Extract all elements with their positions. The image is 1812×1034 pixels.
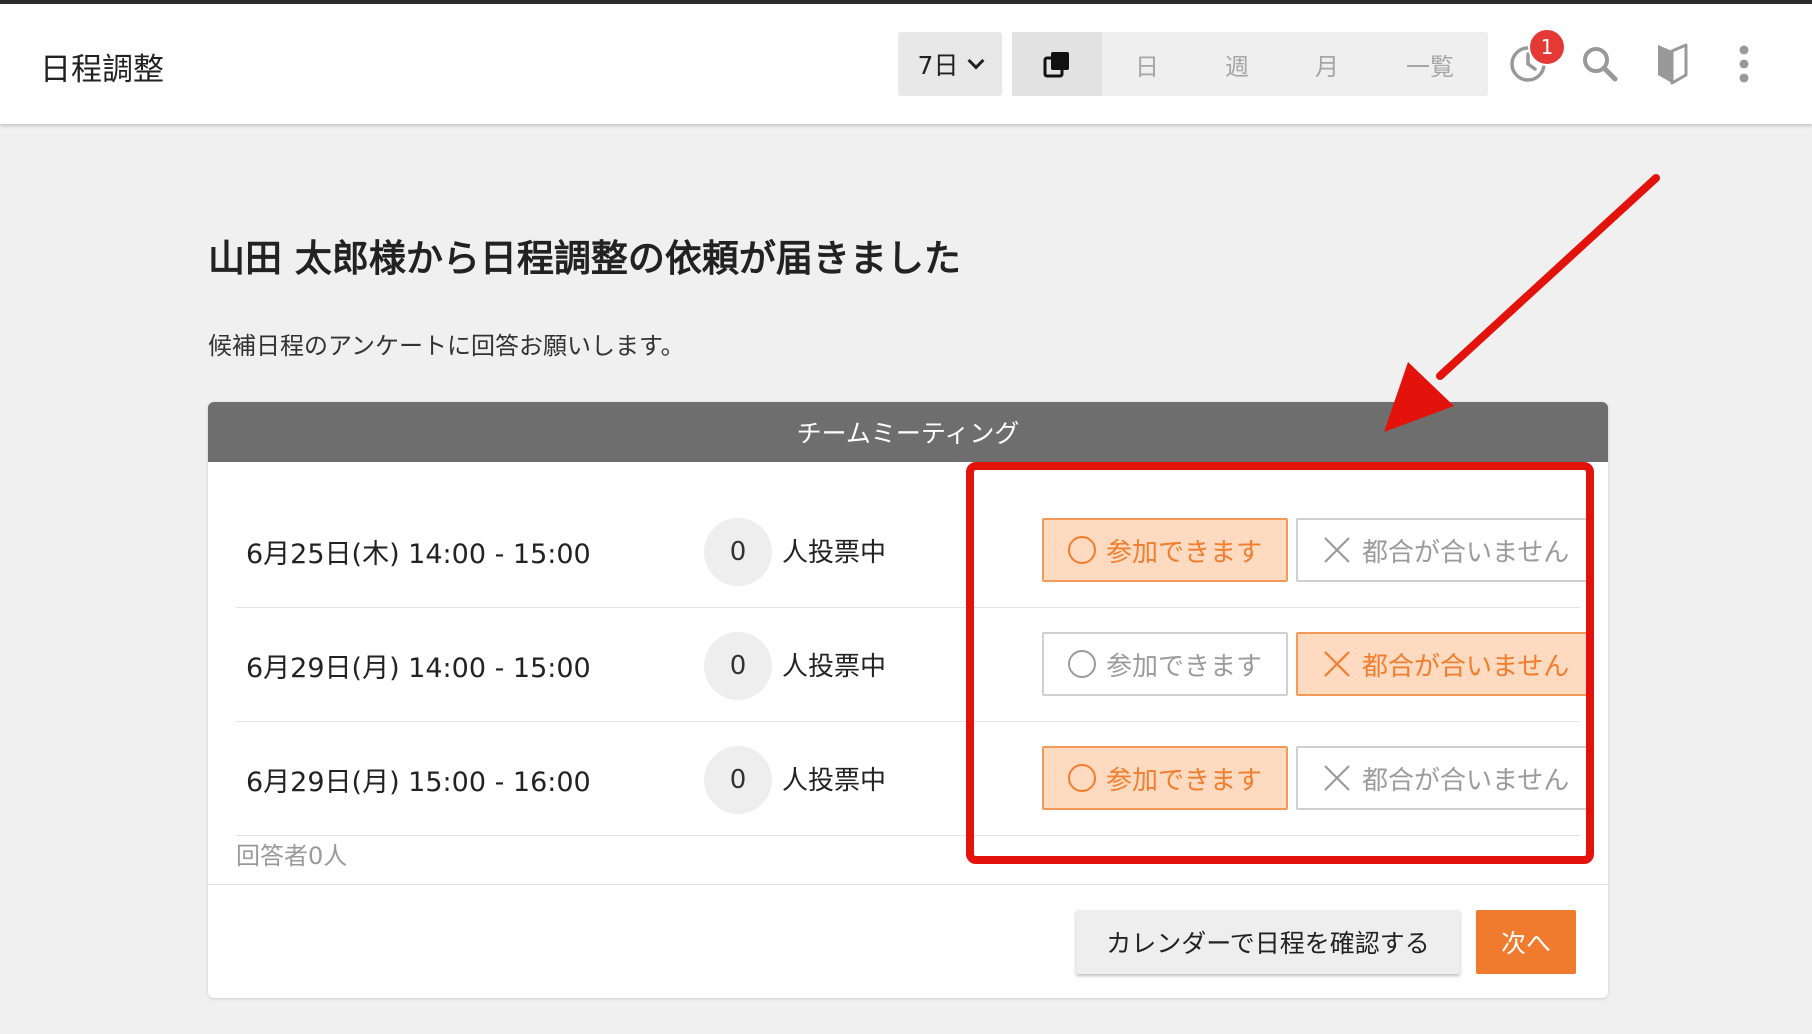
beginner-guide-button[interactable]	[1644, 36, 1700, 92]
cross-icon	[1324, 537, 1350, 563]
view-month-button[interactable]: 月	[1282, 32, 1372, 96]
attend-yes-button[interactable]: 参加できます	[1042, 746, 1288, 810]
check-calendar-button[interactable]: カレンダーで日程を確認する	[1076, 910, 1460, 974]
candidate-date: 6月25日(木) 14:00 - 15:00	[246, 539, 591, 570]
search-icon	[1583, 47, 1618, 82]
attend-yes-label: 参加できます	[1106, 537, 1263, 568]
circle-icon	[1068, 764, 1096, 792]
vote-count: 0	[704, 746, 772, 814]
view-layers-button[interactable]	[1012, 32, 1102, 96]
cross-icon	[1324, 765, 1350, 791]
app-header: 日程調整 7日 日 週 月 一覧 1	[0, 4, 1812, 124]
view-list-button[interactable]: 一覧	[1372, 32, 1488, 96]
attend-yes-label: 参加できます	[1106, 765, 1263, 796]
notification-badge: 1	[1528, 28, 1566, 66]
page-heading: 山田 太郎様から日程調整の依頼が届きました	[208, 237, 961, 280]
vote-count: 0	[704, 518, 772, 586]
circle-icon	[1068, 650, 1096, 678]
survey-title: チームミーティング	[208, 402, 1608, 462]
attend-yes-button[interactable]: 参加できます	[1042, 518, 1288, 582]
more-menu-button[interactable]	[1716, 36, 1772, 92]
attend-yes-label: 参加できます	[1106, 651, 1263, 682]
view-day-button[interactable]: 日	[1102, 32, 1192, 96]
candidate-date: 6月29日(月) 14:00 - 15:00	[246, 653, 591, 684]
next-button[interactable]: 次へ	[1476, 910, 1576, 974]
attend-no-label: 都合が合いません	[1362, 765, 1570, 796]
candidate-row: 6月29日(月) 15:00 - 16:00 0 人投票中 参加できます 都合が…	[236, 722, 1594, 836]
attend-no-label: 都合が合いません	[1362, 537, 1570, 568]
vote-count-label: 人投票中	[782, 538, 887, 568]
attend-yes-button[interactable]: 参加できます	[1042, 632, 1288, 696]
view-week-button[interactable]: 週	[1192, 32, 1282, 96]
vote-count-label: 人投票中	[782, 652, 887, 682]
chevron-down-icon	[967, 52, 985, 70]
range-select-value: 7日	[917, 51, 959, 80]
card-divider	[208, 884, 1608, 885]
more-vertical-icon	[1739, 45, 1749, 83]
range-select[interactable]: 7日	[898, 32, 1002, 96]
vote-count: 0	[704, 632, 772, 700]
cross-icon	[1324, 651, 1350, 677]
candidate-row: 6月25日(木) 14:00 - 15:00 0 人投票中 参加できます 都合が…	[236, 494, 1594, 608]
attend-no-label: 都合が合いません	[1362, 651, 1570, 682]
candidate-row: 6月29日(月) 14:00 - 15:00 0 人投票中 参加できます 都合が…	[236, 608, 1594, 722]
attend-no-button[interactable]: 都合が合いません	[1296, 518, 1594, 582]
view-switcher: 日 週 月 一覧	[1012, 32, 1488, 96]
respondent-count: 回答者0人	[236, 842, 348, 870]
page-subheading: 候補日程のアンケートに回答お願いします。	[208, 332, 685, 360]
beginner-mark-icon	[1658, 43, 1688, 85]
attend-no-button[interactable]: 都合が合いません	[1296, 746, 1594, 810]
candidate-date: 6月29日(月) 15:00 - 16:00	[246, 767, 591, 798]
circle-icon	[1068, 536, 1096, 564]
search-button[interactable]	[1572, 36, 1628, 92]
vote-count-label: 人投票中	[782, 766, 887, 796]
attend-no-button[interactable]: 都合が合いません	[1296, 632, 1594, 696]
app-title: 日程調整	[40, 52, 164, 88]
layers-icon	[1043, 52, 1069, 78]
survey-card: チームミーティング 6月25日(木) 14:00 - 15:00 0 人投票中 …	[208, 402, 1608, 998]
